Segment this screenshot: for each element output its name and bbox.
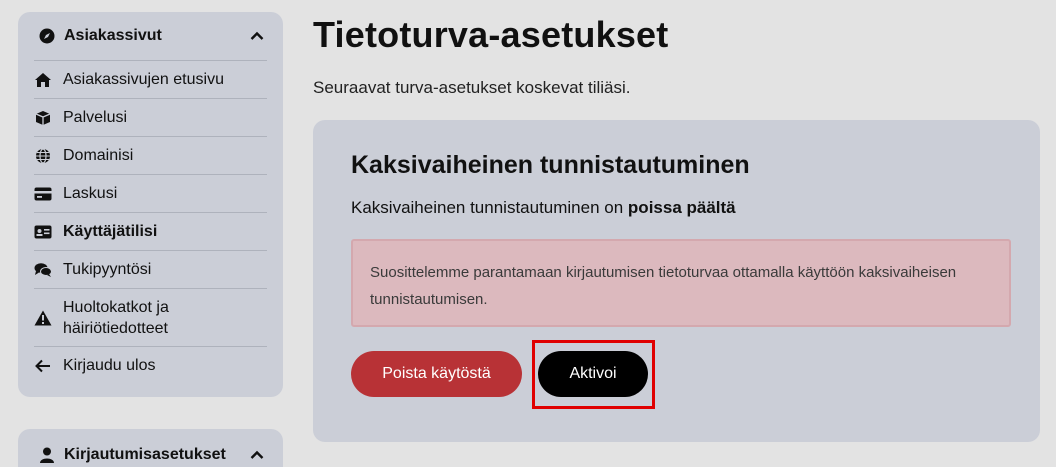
recommendation-alert: Suosittelemme parantamaan kirjautumisen … (351, 239, 1011, 327)
arrow-left-icon (34, 358, 52, 374)
two-factor-status-value: poissa päältä (627, 198, 736, 217)
sidebar-nav-card: Asiakassivut Asiakassivujen etusivu Palv… (18, 12, 283, 397)
two-factor-title: Kaksivaiheinen tunnistautuminen (351, 151, 750, 179)
sidebar-item-label: Palvelusi (63, 109, 128, 126)
sidebar-item-label: Laskusi (63, 185, 118, 202)
sidebar-nav-list: Asiakassivujen etusivu Palvelusi Domaini… (34, 60, 267, 384)
two-factor-status: Kaksivaiheinen tunnistautuminen on poiss… (351, 198, 736, 218)
sidebar-item-label: Asiakassivujen etusivu (63, 71, 224, 88)
recommendation-alert-text: Suosittelemme parantamaan kirjautumisen … (370, 264, 957, 308)
sidebar-item-kayttajatilisi[interactable]: Käyttäjätilisi (34, 212, 267, 250)
sidebar-item-laskusi[interactable]: Laskusi (34, 174, 267, 212)
page-title: Tietoturva-asetukset (313, 14, 669, 55)
sidebar-item-etusivu[interactable]: Asiakassivujen etusivu (34, 60, 267, 98)
sidebar-header-kirjautumisasetukset[interactable]: Kirjautumisasetukset (18, 429, 283, 467)
chevron-up-icon[interactable] (249, 447, 265, 463)
warning-icon (34, 310, 52, 326)
sidebar-header-asiakassivut[interactable]: Asiakassivut (18, 12, 283, 60)
two-factor-status-prefix: Kaksivaiheinen tunnistautuminen on (351, 198, 624, 217)
home-icon (34, 72, 52, 88)
globe-icon (34, 147, 52, 164)
sidebar-item-kirjaudu-ulos[interactable]: Kirjaudu ulos (34, 346, 267, 384)
box-icon (34, 110, 52, 126)
sidebar-item-label: Huoltokatkot ja häiriötiedotteet (63, 298, 169, 337)
sidebar-item-tukipyyntosi[interactable]: Tukipyyntösi (34, 250, 267, 288)
sidebar-item-domainisi[interactable]: Domainisi (34, 136, 267, 174)
sidebar-item-label: Käyttäjätilisi (63, 223, 158, 240)
user-icon (36, 447, 58, 463)
activate-button[interactable]: Aktivoi (538, 351, 648, 397)
comments-icon (34, 262, 52, 278)
chevron-up-icon[interactable] (249, 28, 265, 44)
sidebar-header-title: Kirjautumisasetukset (64, 446, 226, 463)
sidebar-item-label: Tukipyyntösi (63, 261, 152, 278)
page-subtitle: Seuraavat turva-asetukset koskevat tiliä… (313, 78, 631, 97)
sidebar-item-huoltokatkot[interactable]: Huoltokatkot ja häiriötiedotteet (34, 288, 267, 346)
compass-icon (36, 28, 58, 44)
id-card-icon (34, 224, 52, 240)
sidebar-login-card: Kirjautumisasetukset (18, 429, 283, 467)
sidebar-header-title: Asiakassivut (64, 27, 162, 44)
credit-card-icon (34, 186, 52, 202)
sidebar-item-label: Domainisi (63, 147, 134, 164)
sidebar-item-label: Kirjaudu ulos (63, 357, 156, 374)
disable-button[interactable]: Poista käytöstä (351, 351, 522, 397)
sidebar-item-palvelusi[interactable]: Palvelusi (34, 98, 267, 136)
two-factor-card: Kaksivaiheinen tunnistautuminen Kaksivai… (313, 120, 1040, 442)
